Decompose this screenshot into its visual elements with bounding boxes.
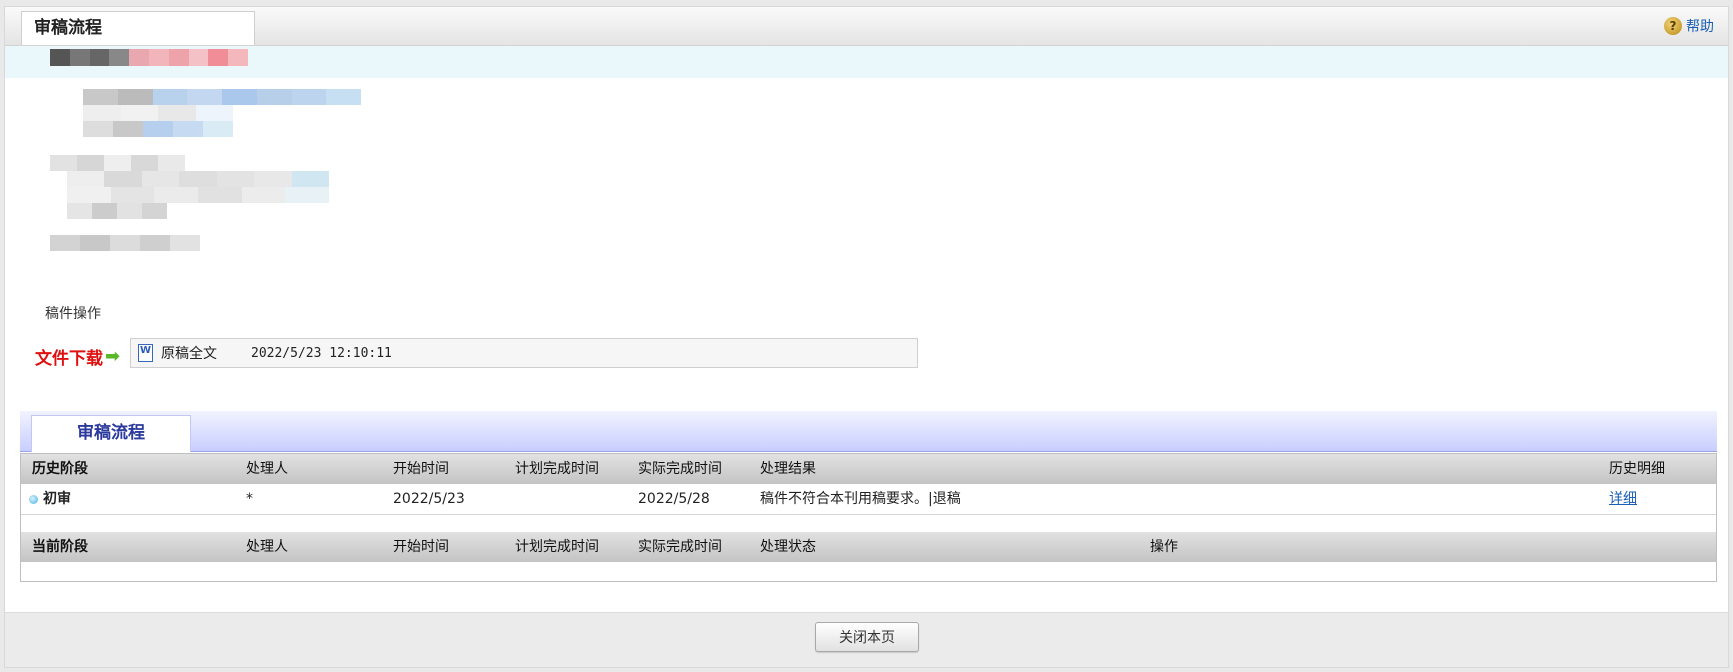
stage-name: 初审	[43, 491, 71, 507]
column-header: 计划完成时间	[515, 539, 599, 555]
redacted-info-row	[83, 89, 361, 105]
column-header: 开始时间	[393, 461, 449, 477]
column-header: 计划完成时间	[515, 461, 599, 477]
page-container: 审稿流程 ? 帮助 稿件操作 文件下载 ➡ 原稿全文 2022/5/	[4, 6, 1729, 668]
redacted-info-row	[50, 235, 200, 251]
stage-bullet-icon	[29, 494, 38, 504]
history-stage: 初审	[29, 484, 71, 514]
start-time: 2022/5/23	[393, 491, 465, 507]
table-row: 初审 * 2022/5/23 2022/5/28 稿件不符合本刊用稿要求。|退稿…	[21, 484, 1716, 515]
column-header: 操作	[1150, 539, 1178, 555]
column-header: 实际完成时间	[638, 461, 722, 477]
redacted-info-row	[50, 155, 185, 171]
file-download-box: 原稿全文 2022/5/23 12:10:11	[130, 338, 918, 368]
word-document-icon	[138, 344, 153, 362]
handler: *	[246, 491, 253, 507]
tab-review-workflow[interactable]: 审稿流程	[31, 415, 191, 452]
column-header: 处理人	[246, 539, 288, 555]
footer-bar: 关闭本页	[5, 612, 1728, 667]
redacted-info-row	[67, 187, 330, 203]
close-page-button[interactable]: 关闭本页	[815, 622, 919, 652]
empty-row	[21, 562, 1716, 581]
spacer-row	[21, 515, 1716, 532]
column-header: 处理状态	[760, 539, 816, 555]
history-header-row: 历史阶段 处理人 开始时间 计划完成时间 实际完成时间 处理结果 历史明细	[21, 454, 1716, 484]
redacted-info-row	[67, 203, 167, 219]
column-header: 当前阶段	[32, 539, 88, 555]
top-bar: 审稿流程 ? 帮助	[5, 7, 1728, 46]
process-result: 稿件不符合本刊用稿要求。|退稿	[760, 491, 961, 507]
column-header: 历史阶段	[32, 461, 88, 477]
actual-time: 2022/5/28	[638, 491, 710, 507]
original-manuscript-link[interactable]: 原稿全文	[161, 343, 217, 363]
redacted-info-row	[67, 171, 329, 187]
redacted-info-row	[83, 121, 233, 137]
file-download-text: 文件下载	[35, 349, 103, 369]
page-title: 审稿流程	[21, 11, 255, 45]
info-band	[5, 46, 1728, 78]
column-header: 开始时间	[393, 539, 449, 555]
file-upload-date: 2022/5/23 12:10:11	[251, 345, 392, 361]
column-header: 实际完成时间	[638, 539, 722, 555]
file-download-label: 文件下载 ➡	[35, 344, 120, 369]
help-icon: ?	[1664, 17, 1682, 35]
manuscript-operation-label: 稿件操作	[45, 306, 101, 322]
current-header-row: 当前阶段 处理人 开始时间 计划完成时间 实际完成时间 处理状态 操作	[21, 532, 1716, 562]
redacted-title-row	[50, 49, 248, 66]
help-label: 帮助	[1686, 19, 1714, 35]
column-header: 历史明细	[1609, 461, 1665, 477]
workflow-tab-bar: 审稿流程	[20, 411, 1717, 452]
column-header: 处理人	[246, 461, 288, 477]
arrow-right-icon: ➡	[105, 346, 121, 367]
help-link[interactable]: ? 帮助	[1664, 16, 1714, 36]
detail-link[interactable]: 详细	[1609, 484, 1637, 514]
column-header: 处理结果	[760, 461, 816, 477]
redacted-info-row	[83, 105, 233, 121]
workflow-table: 历史阶段 处理人 开始时间 计划完成时间 实际完成时间 处理结果 历史明细 初审…	[20, 453, 1717, 582]
